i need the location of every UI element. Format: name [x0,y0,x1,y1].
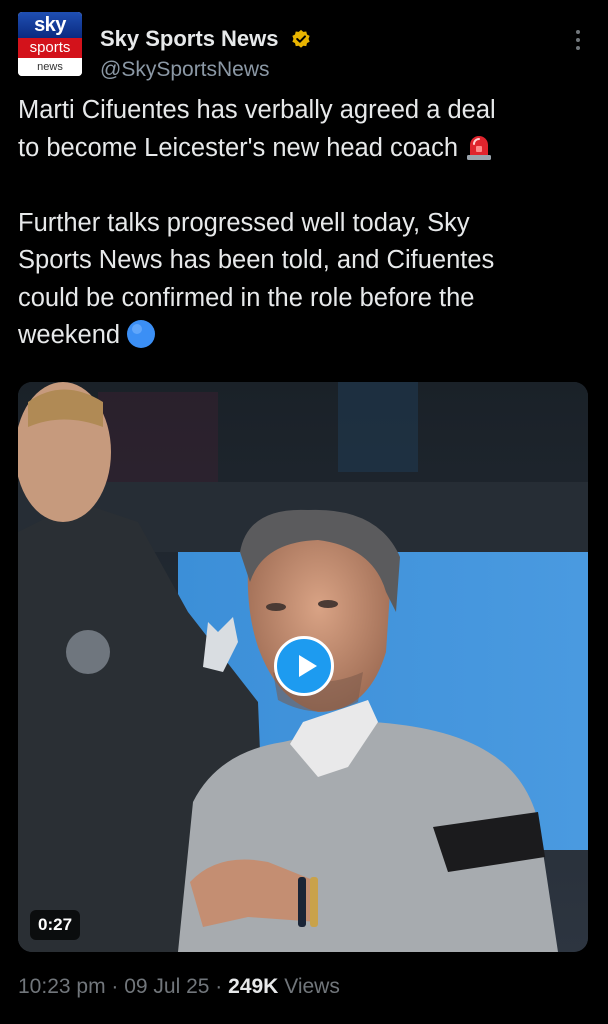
tweet-paragraph-1: Marti Cifuentes has verbally agreed a de… [18,92,590,167]
more-options-icon[interactable] [572,30,584,54]
tweet-text: Marti Cifuentes has verbally agreed a de… [18,92,590,355]
avatar-logo-sports: sports [18,38,82,58]
views-label: Views [284,975,340,998]
verified-badge-icon[interactable] [291,29,311,49]
avatar-logo-news: news [18,58,82,76]
meta-separator: · [105,975,125,998]
views-count[interactable]: 249K [228,975,278,998]
display-name-text: Sky Sports News [100,26,279,51]
avatar[interactable]: sky sports news [18,12,82,76]
tweet-meta: 10:23 pm · 09 Jul 25 · 249K Views [18,975,340,999]
video-player[interactable]: 0:27 [18,382,588,952]
play-button[interactable] [274,636,334,696]
meta-separator: · [209,975,229,998]
tweet-header: sky sports news Sky Sports News @SkySpor… [18,12,590,82]
tweet-date[interactable]: 09 Jul 25 [124,975,209,998]
blue-circle-icon [127,320,156,348]
tweet-paragraph-2: Further talks progressed well today, Sky… [18,205,590,355]
avatar-logo-sky: sky [18,12,82,38]
tweet-paragraph-2-text: Further talks progressed well today, Sky… [18,208,495,350]
account-handle[interactable]: @SkySportsNews [100,58,270,82]
tweet-paragraph-1-text: Marti Cifuentes has verbally agreed a de… [18,96,496,162]
tweet-time[interactable]: 10:23 pm [18,975,106,998]
video-duration: 0:27 [30,910,81,940]
rotating-light-icon [467,135,492,160]
play-icon [299,655,317,677]
display-name[interactable]: Sky Sports News [100,26,311,52]
